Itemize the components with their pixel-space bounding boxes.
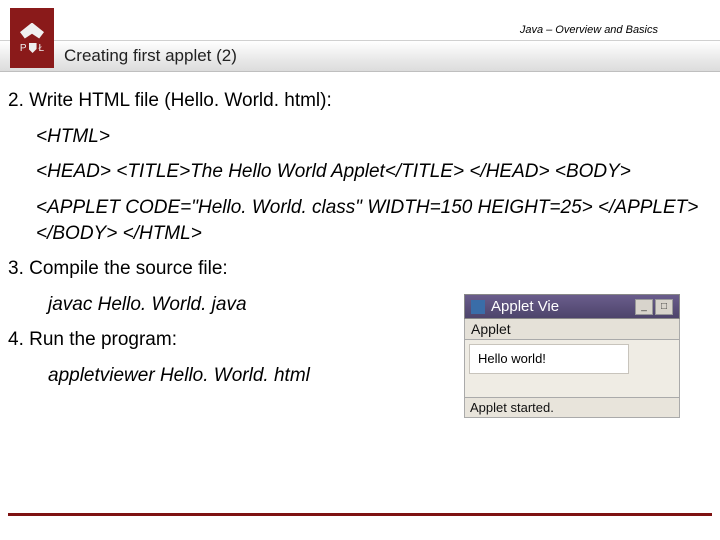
applet-output: Hello world! [469, 344, 629, 374]
eagle-icon [20, 23, 44, 39]
applet-viewer-window: Applet Vie _ □ Applet Hello world! Apple… [464, 294, 680, 418]
applet-menu[interactable]: Applet [464, 319, 680, 340]
logo-letter-right: Ł [39, 43, 45, 54]
slide-title: Creating first applet (2) [64, 46, 237, 66]
code-line-3: <APPLET CODE="Hello. World. class" WIDTH… [8, 195, 712, 246]
step3-intro: 3. Compile the source file: [8, 256, 712, 282]
step2-intro: 2. Write HTML file (Hello. World. html): [8, 88, 712, 114]
window-title-text: Applet Vie [491, 298, 629, 315]
logo-letters: P Ł [20, 43, 44, 54]
applet-status-bar: Applet started. [464, 398, 680, 418]
minimize-button[interactable]: _ [635, 299, 653, 315]
shield-icon [29, 43, 37, 53]
university-logo: P Ł [10, 8, 54, 68]
course-label: Java – Overview and Basics [520, 24, 658, 36]
java-cup-icon [471, 300, 485, 314]
window-titlebar: Applet Vie _ □ [464, 294, 680, 319]
footer-divider [8, 513, 712, 516]
applet-body: Hello world! [464, 340, 680, 398]
logo-letter-left: P [20, 43, 27, 54]
maximize-button[interactable]: □ [655, 299, 673, 315]
code-line-1: <HTML> [8, 124, 712, 150]
code-line-2: <HEAD> <TITLE>The Hello World Applet</TI… [8, 159, 712, 185]
